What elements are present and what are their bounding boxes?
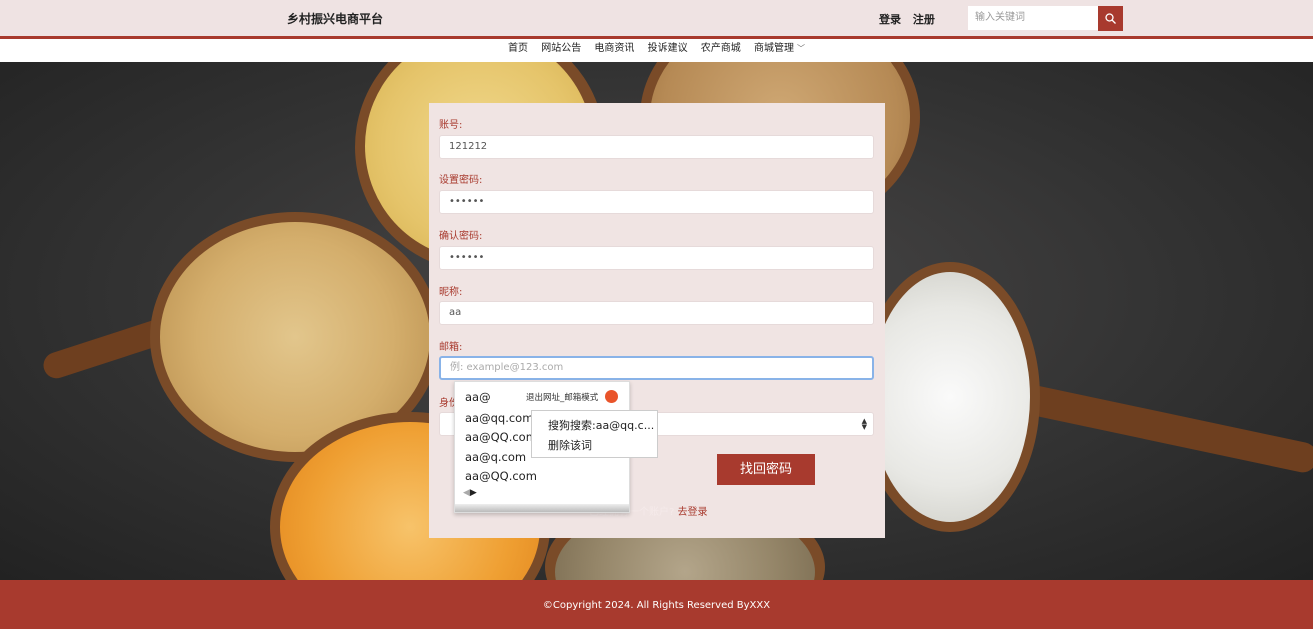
autocomplete-suggestion[interactable]: aa@qq.com bbox=[465, 411, 533, 425]
rice-grains bbox=[870, 272, 1030, 522]
nickname-label: 昵称: bbox=[439, 287, 463, 298]
autocomplete-typed: aa@ bbox=[465, 390, 491, 404]
login-link[interactable]: 登录 bbox=[879, 13, 901, 26]
chevron-right-icon[interactable]: ▶ bbox=[470, 488, 477, 498]
autocomplete-footer-bar bbox=[455, 504, 629, 512]
top-header: 乡村振兴电商平台 登录 注册 输入关键词 bbox=[0, 0, 1313, 39]
confirm-password-input[interactable]: •••••• bbox=[439, 246, 874, 270]
autocomplete-mode-label[interactable]: 退出网址_邮箱模式 bbox=[526, 391, 598, 403]
autocomplete-pager[interactable]: ◀▶ bbox=[463, 488, 477, 498]
password-label: 设置密码: bbox=[439, 175, 483, 186]
suggestion-context-menu: 搜狗搜索:aa@qq.c... 删除该词 bbox=[531, 410, 658, 458]
chevron-down-icon: ﹀ bbox=[796, 44, 805, 53]
go-login-link[interactable]: 去登录 bbox=[678, 507, 708, 518]
submit-button[interactable]: 找回密码 bbox=[717, 454, 815, 485]
search-button[interactable] bbox=[1098, 6, 1123, 31]
register-link[interactable]: 注册 bbox=[913, 13, 935, 26]
email-label: 邮箱: bbox=[439, 342, 463, 353]
autocomplete-suggestion[interactable]: aa@QQ.com bbox=[465, 430, 537, 444]
account-label: 账号: bbox=[439, 120, 463, 131]
nav-shop-admin-label: 商城管理 bbox=[753, 43, 794, 54]
spoon-handle-right bbox=[1000, 379, 1313, 475]
autocomplete-suggestion[interactable]: aa@q.com bbox=[465, 450, 526, 464]
page-footer: ©Copyright 2024. All Rights Reserved ByX… bbox=[0, 580, 1313, 629]
context-delete-item[interactable]: 删除该词 bbox=[548, 437, 592, 453]
ime-logo-icon bbox=[605, 390, 618, 403]
nav-shop-admin[interactable]: 商城管理 ﹀ bbox=[754, 39, 805, 59]
select-arrows-icon: ▲ ▼ bbox=[861, 417, 867, 431]
nickname-input[interactable]: aa bbox=[439, 301, 874, 325]
search-icon bbox=[1105, 13, 1116, 24]
site-brand[interactable]: 乡村振兴电商平台 bbox=[287, 10, 383, 27]
copyright-text: ©Copyright 2024. All Rights Reserved ByX… bbox=[542, 600, 771, 611]
nav-news[interactable]: 电商资讯 bbox=[594, 39, 634, 59]
nav-announcements[interactable]: 网站公告 bbox=[541, 39, 581, 59]
auth-links: 登录 注册 bbox=[879, 11, 943, 27]
account-input[interactable]: 121212 bbox=[439, 135, 874, 159]
password-input[interactable]: •••••• bbox=[439, 190, 874, 214]
nav-complaints[interactable]: 投诉建议 bbox=[648, 39, 688, 59]
context-search-item[interactable]: 搜狗搜索:aa@qq.c... bbox=[548, 417, 654, 433]
nav-shop[interactable]: 农产商城 bbox=[701, 39, 741, 59]
search-input[interactable]: 输入关键词 bbox=[968, 6, 1098, 30]
nav-home[interactable]: 首页 bbox=[508, 39, 528, 59]
chevron-left-icon[interactable]: ◀ bbox=[463, 488, 470, 498]
email-input[interactable]: 例: example@123.com bbox=[439, 356, 874, 380]
confirm-password-label: 确认密码: bbox=[439, 231, 483, 242]
main-nav: 首页 网站公告 电商资讯 投诉建议 农产商城 商城管理 ﹀ bbox=[0, 39, 1313, 62]
autocomplete-suggestion[interactable]: aa@QQ.com bbox=[465, 469, 537, 483]
